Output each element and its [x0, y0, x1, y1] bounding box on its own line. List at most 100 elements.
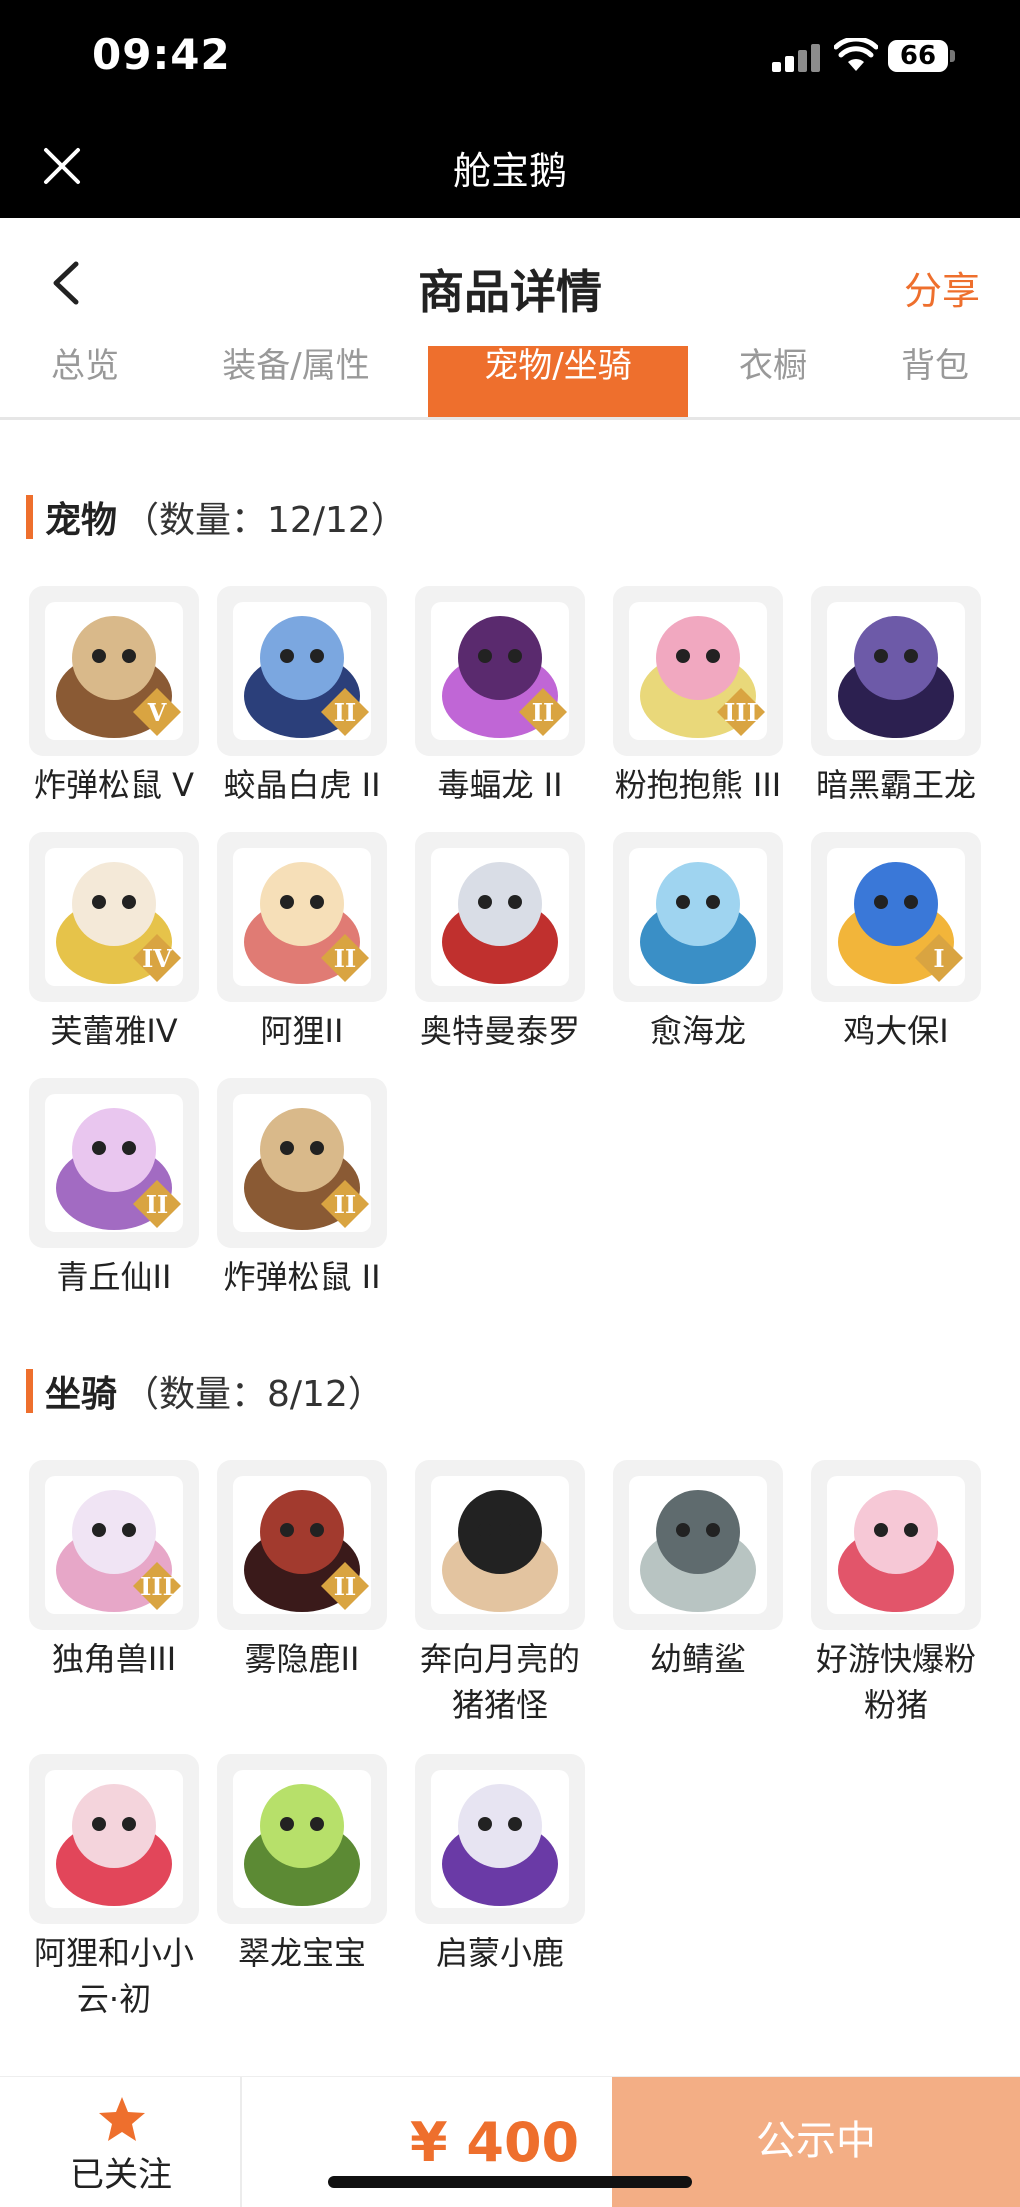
follow-label: 已关注 — [70, 2155, 172, 2195]
pets-portrait-icon: II — [431, 602, 569, 740]
mounts-thumbnail — [811, 1460, 981, 1630]
tab-pets-mounts[interactable]: 宠物/坐骑 — [428, 346, 688, 417]
pets-name: 暗黑霸王龙 — [815, 766, 976, 804]
mounts-portrait-icon — [827, 1476, 965, 1614]
mounts-name: 好游快爆粉粉猪 — [815, 1640, 976, 1724]
tab-bar: 总览 装备/属性 宠物/坐骑 衣橱 背包 — [0, 346, 1020, 420]
mounts-thumbnail — [217, 1754, 387, 1924]
pets-portrait-icon — [629, 848, 767, 986]
pets-title: 宠物 — [45, 500, 118, 541]
app-bar: 舱宝鹅 — [0, 118, 1020, 218]
mounts-portrait-icon — [629, 1476, 767, 1614]
svg-text:III: III — [724, 698, 758, 727]
pets-portrait-icon: II — [233, 848, 371, 986]
pets-item[interactable]: V 炸弹松鼠 V — [20, 586, 208, 808]
app-title: 舱宝鹅 — [452, 149, 567, 193]
mounts-thumbnail — [29, 1754, 199, 1924]
mounts-name: 雾隐鹿II — [244, 1640, 360, 1678]
pets-item[interactable]: II 阿狸II — [208, 832, 396, 1054]
svg-text:II: II — [334, 944, 356, 973]
mounts-name: 启蒙小鹿 — [435, 1934, 564, 1972]
svg-text:IV: IV — [142, 944, 172, 973]
home-indicator — [328, 2176, 692, 2188]
pets-item[interactable]: III 粉抱抱熊 III — [604, 586, 792, 808]
pets-item[interactable]: II 毒蝠龙 II — [406, 586, 594, 808]
svg-text:III: III — [140, 1572, 174, 1601]
pets-portrait-icon: IV — [45, 848, 183, 986]
pets-item[interactable]: IV 芙蕾雅IV — [20, 832, 208, 1054]
pets-item[interactable]: 愈海龙 — [604, 832, 792, 1054]
pets-portrait-icon: II — [233, 1094, 371, 1232]
pets-item[interactable]: 奥特曼泰罗 — [406, 832, 594, 1054]
mounts-name: 独角兽III — [51, 1640, 177, 1678]
pets-item[interactable]: II 炸弹松鼠 II — [208, 1078, 396, 1300]
tab-equipment[interactable]: 装备/属性 — [200, 346, 392, 404]
tab-bag[interactable]: 背包 — [880, 346, 990, 404]
pets-portrait-icon: II — [233, 602, 371, 740]
mounts-thumbnail — [415, 1460, 585, 1630]
pets-count: （数量：12/12） — [123, 500, 407, 541]
mounts-thumbnail — [613, 1460, 783, 1630]
mounts-name: 奔向月亮的猪猪怪 — [419, 1640, 580, 1724]
pets-name: 阿狸II — [260, 1012, 344, 1050]
mounts-portrait-icon — [431, 1770, 569, 1908]
pets-name: 炸弹松鼠 V — [33, 766, 195, 804]
mounts-portrait-icon — [431, 1476, 569, 1614]
pets-section-title: 宠物 （数量：12/12） — [26, 492, 407, 542]
mounts-item[interactable]: 阿狸和小小云·初 — [20, 1754, 208, 2022]
svg-text:V: V — [147, 698, 167, 727]
battery-icon: 66 — [888, 40, 948, 72]
follow-button[interactable]: 已关注 — [0, 2077, 242, 2207]
battery-tip — [950, 50, 955, 62]
svg-text:II: II — [334, 698, 356, 727]
svg-text:II: II — [334, 1190, 356, 1219]
pets-thumbnail — [613, 832, 783, 1002]
section-accent-bar — [26, 495, 33, 539]
svg-text:I: I — [933, 944, 944, 973]
pets-item[interactable]: II 青丘仙II — [20, 1078, 208, 1300]
svg-text:II: II — [334, 1572, 356, 1601]
star-icon — [99, 2097, 145, 2141]
mounts-portrait-icon: III — [45, 1476, 183, 1614]
pets-thumbnail: II — [415, 586, 585, 756]
mounts-name: 阿狸和小小云·初 — [33, 1934, 194, 2018]
mounts-item[interactable]: 幼鲭鲨 — [604, 1460, 792, 1682]
pets-name: 粉抱抱熊 III — [614, 766, 782, 804]
tab-overview[interactable]: 总览 — [30, 346, 140, 404]
pets-portrait-icon: I — [827, 848, 965, 986]
mounts-item[interactable]: 翠龙宝宝 — [208, 1754, 396, 1976]
mounts-count: （数量：8/12） — [123, 1374, 384, 1415]
pets-name: 愈海龙 — [649, 1012, 746, 1050]
pets-thumbnail — [811, 586, 981, 756]
pets-thumbnail: V — [29, 586, 199, 756]
section-accent-bar — [26, 1369, 33, 1413]
pets-item[interactable]: 暗黑霸王龙 — [802, 586, 990, 808]
pets-portrait-icon: V — [45, 602, 183, 740]
mounts-item[interactable]: 启蒙小鹿 — [406, 1754, 594, 1976]
tab-wardrobe[interactable]: 衣橱 — [718, 346, 828, 404]
mounts-portrait-icon — [45, 1770, 183, 1908]
mounts-name: 幼鲭鲨 — [649, 1640, 746, 1678]
mounts-item[interactable]: III 独角兽III — [20, 1460, 208, 1682]
pets-name: 毒蝠龙 II — [437, 766, 563, 804]
mounts-item[interactable]: II 雾隐鹿II — [208, 1460, 396, 1682]
svg-text:II: II — [532, 698, 554, 727]
pets-item[interactable]: I 鸡大保I — [802, 832, 990, 1054]
mounts-item[interactable]: 奔向月亮的猪猪怪 — [406, 1460, 594, 1728]
pets-portrait-icon — [827, 602, 965, 740]
status-bar: 09:42 66 — [0, 0, 1020, 118]
share-button[interactable]: 分享 — [904, 260, 980, 315]
pets-item[interactable]: II 蛟晶白虎 II — [208, 586, 396, 808]
pets-thumbnail: I — [811, 832, 981, 1002]
mounts-section-title: 坐骑 （数量：8/12） — [26, 1366, 384, 1416]
mounts-title: 坐骑 — [45, 1374, 118, 1415]
pets-portrait-icon — [431, 848, 569, 986]
wifi-icon — [834, 38, 878, 71]
status-time: 09:42 — [92, 30, 231, 79]
mounts-thumbnail: II — [217, 1460, 387, 1630]
price: ¥ 400 — [410, 2111, 580, 2174]
pets-thumbnail: II — [29, 1078, 199, 1248]
mounts-item[interactable]: 好游快爆粉粉猪 — [802, 1460, 990, 1728]
pets-name: 炸弹松鼠 II — [223, 1258, 381, 1296]
svg-text:II: II — [146, 1190, 168, 1219]
